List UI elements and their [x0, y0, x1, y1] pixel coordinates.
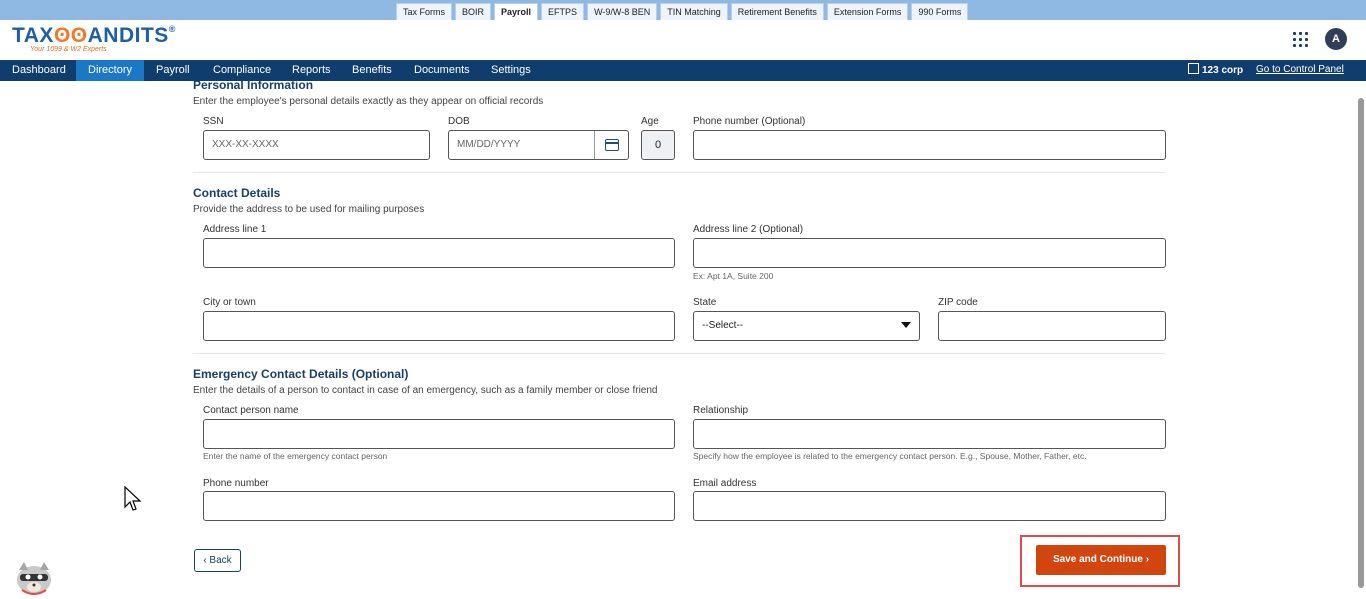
address1-input[interactable] — [203, 238, 675, 268]
registered-mark: ® — [168, 24, 176, 34]
logo-text-a: TAX — [12, 24, 54, 47]
ssn-input[interactable]: XXX-XX-XXXX — [203, 130, 430, 160]
phone-optional-label: Phone number (Optional) — [693, 116, 806, 127]
save-and-continue-button[interactable]: Save and Continue › — [1036, 545, 1166, 575]
company-name: 123 corp — [1188, 63, 1243, 76]
address2-input[interactable] — [693, 238, 1166, 268]
mascot-chat-icon[interactable] — [14, 560, 54, 596]
age-label: Age — [641, 116, 659, 127]
building-icon — [1188, 63, 1199, 74]
logo-text-b: ANDITS — [87, 24, 169, 47]
product-tab-payroll[interactable]: Payroll — [494, 3, 539, 21]
nav-item-directory[interactable]: Directory — [76, 60, 145, 81]
calendar-button[interactable] — [594, 131, 628, 159]
chevron-down-icon — [901, 322, 911, 328]
city-input[interactable] — [203, 311, 675, 341]
city-label: City or town — [203, 297, 256, 308]
email-label: Email address — [693, 478, 757, 489]
emergency-phone-label: Phone number — [203, 478, 269, 489]
relationship-help: Specify how the employee is related to t… — [693, 451, 1087, 461]
product-tab-extension-forms[interactable]: Extension Forms — [826, 3, 909, 20]
control-panel-link[interactable]: Go to Control Panel — [1256, 64, 1344, 75]
company-label: 123 corp — [1202, 65, 1244, 76]
page-scrollbar[interactable] — [1358, 98, 1364, 588]
email-input[interactable] — [693, 491, 1166, 521]
emergency-contact-title: Emergency Contact Details (Optional) — [193, 367, 409, 381]
calendar-icon — [604, 139, 619, 151]
section-divider — [193, 353, 1165, 354]
relationship-input[interactable] — [693, 419, 1166, 449]
product-tab-990-forms[interactable]: 990 Forms — [911, 3, 969, 20]
address2-label: Address line 2 (Optional) — [693, 224, 804, 235]
product-tab-tax-forms[interactable]: Tax Forms — [396, 3, 453, 20]
product-tab-tin-matching[interactable]: TIN Matching — [660, 3, 728, 20]
app-header: TAXʘʘANDITS® Your 1099 & W2 Experts A — [0, 20, 1366, 60]
phone-optional-input[interactable] — [693, 130, 1166, 160]
product-tab-w-9-w-8-ben[interactable]: W-9/W-8 BEN — [587, 3, 658, 20]
zip-label: ZIP code — [938, 297, 978, 308]
mouse-cursor-icon — [124, 486, 142, 511]
dob-label: DOB — [448, 116, 470, 127]
owl-icon: ʘʘ — [53, 24, 88, 47]
product-tab-strip: Tax Forms BOIR Payroll EFTPS W-9/W-8 BEN TIN … — [0, 0, 1366, 21]
address2-help: Ex: Apt 1A, Suite 200 — [693, 271, 774, 281]
product-tab-retirement-benefits[interactable]: Retirement Benefits — [730, 3, 824, 20]
product-tab-eftps[interactable]: EFTPS — [541, 3, 585, 20]
address1-label: Address line 1 — [203, 224, 267, 235]
contact-details-desc: Provide the address to be used for maili… — [193, 204, 425, 215]
taxbandits-logo[interactable]: TAXʘʘANDITS® Your 1099 & W2 Experts — [12, 24, 176, 53]
ssn-label: SSN — [203, 116, 224, 127]
back-button[interactable]: ‹ Back — [194, 549, 241, 572]
emergency-contact-desc: Enter the details of a person to contact… — [193, 385, 658, 396]
state-select[interactable]: --Select-- — [693, 311, 920, 341]
nav-item-settings[interactable]: Settings — [479, 60, 543, 81]
nav-item-dashboard[interactable]: Dashboard — [0, 60, 78, 81]
apps-grid-icon[interactable] — [1293, 32, 1308, 47]
personal-info-desc: Enter the employee's personal details ex… — [193, 96, 544, 107]
product-tabs: Tax Forms BOIR Payroll EFTPS W-9/W-8 BEN TIN … — [396, 3, 969, 21]
contact-name-label: Contact person name — [203, 405, 299, 416]
section-divider — [193, 172, 1165, 173]
contact-name-input[interactable] — [203, 419, 675, 449]
user-avatar[interactable]: A — [1325, 28, 1347, 50]
contact-name-help: Enter the name of the emergency contact … — [203, 451, 388, 461]
product-tab-boir[interactable]: BOIR — [455, 3, 492, 20]
personal-info-title: Personal Information — [193, 78, 314, 92]
state-label: State — [693, 297, 717, 308]
relationship-label: Relationship — [693, 405, 749, 416]
emergency-phone-input[interactable] — [203, 491, 675, 521]
contact-details-title: Contact Details — [193, 186, 281, 200]
nav-item-benefits[interactable]: Benefits — [340, 60, 404, 81]
nav-item-documents[interactable]: Documents — [402, 60, 482, 81]
zip-input[interactable] — [938, 311, 1166, 341]
age-value: 0 — [641, 130, 675, 160]
